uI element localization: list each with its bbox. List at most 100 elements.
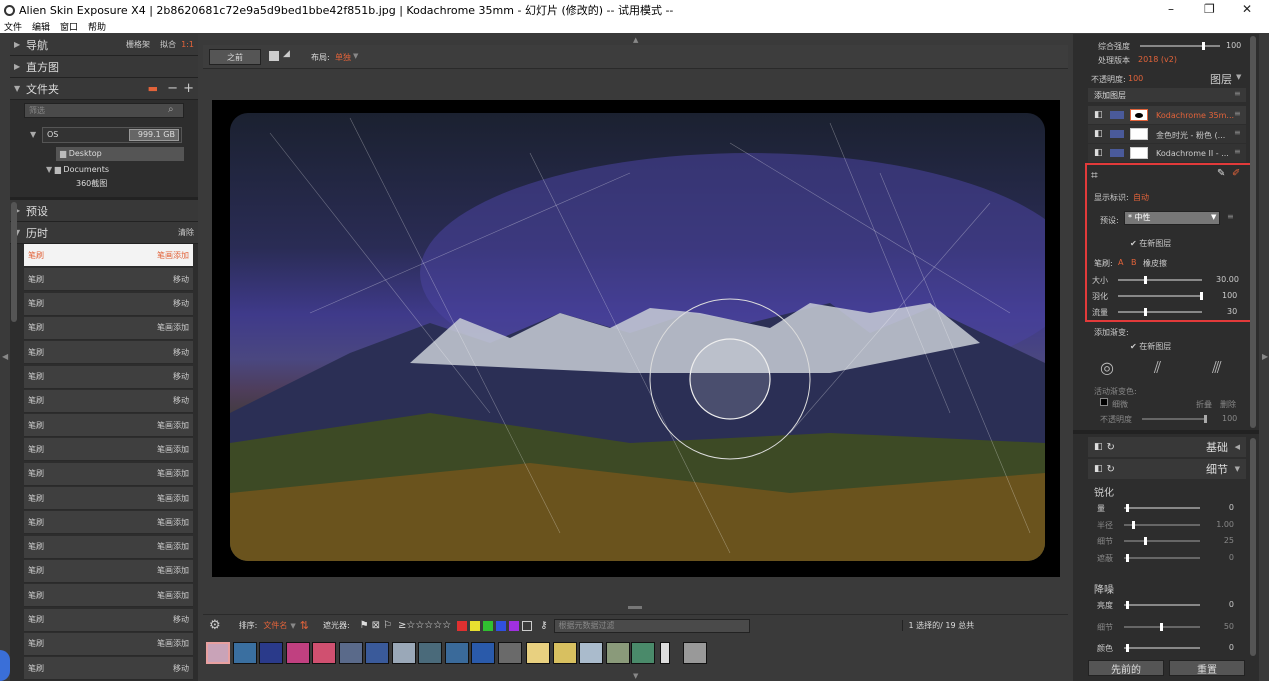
layer-item[interactable]: ◧ Kodachrome II - ... ≡	[1088, 144, 1246, 162]
blue-label-filter[interactable]	[496, 620, 507, 631]
side-widget[interactable]	[0, 650, 10, 681]
crop-icon[interactable]: ⌗	[1091, 168, 1098, 183]
sort-dropdown[interactable]: 文件名	[263, 620, 287, 631]
right-scrollbar-bottom[interactable]	[1250, 438, 1256, 656]
filmstrip-thumbnail[interactable]	[339, 642, 363, 664]
expand-bottom-icon[interactable]: ▼	[633, 672, 638, 680]
close-button[interactable]: ✕	[1242, 2, 1252, 16]
yellow-label-filter[interactable]	[470, 620, 481, 631]
maximize-button[interactable]: ❐	[1204, 2, 1215, 16]
history-item[interactable]: 笔刷 笔画添加	[24, 244, 193, 267]
history-item[interactable]: 笔刷 笔画添加	[24, 462, 193, 486]
history-scrollbar[interactable]	[11, 202, 17, 322]
filmstrip-thumbnail[interactable]	[498, 642, 522, 664]
history-section[interactable]: ▼ 历时 清除	[10, 222, 198, 244]
feather-slider[interactable]	[1118, 292, 1203, 300]
menu-window[interactable]: 窗口	[60, 20, 78, 33]
filmstrip-thumbnail[interactable]	[365, 642, 389, 664]
key-icon[interactable]: ⚷	[540, 620, 547, 631]
slider-knob[interactable]	[1132, 520, 1135, 529]
detail-slider[interactable]	[1124, 601, 1200, 609]
layer-item[interactable]: ◧ 金色时光 - 粉色 (... ≡	[1088, 125, 1246, 143]
opacity-dropdown[interactable]: 100	[1128, 74, 1143, 83]
red-label-filter[interactable]	[457, 620, 468, 631]
folder-item-desktop[interactable]: ▆ Desktop	[56, 147, 184, 161]
layer-mask-thumbnail[interactable]	[1130, 109, 1148, 121]
brush-icon[interactable]: ✐	[1232, 168, 1240, 179]
history-clear-button[interactable]: 清除	[178, 227, 194, 238]
reset-icon[interactable]: ↻	[1107, 464, 1115, 475]
minimize-button[interactable]: –	[1168, 2, 1174, 16]
visibility-toggle-icon[interactable]: ◧	[1094, 110, 1103, 120]
history-item[interactable]: 笔刷 移动	[24, 268, 193, 292]
reset-icon[interactable]: ↻	[1107, 442, 1115, 453]
history-item[interactable]: 笔刷 移动	[24, 341, 193, 365]
menu-edit[interactable]: 编辑	[32, 20, 50, 33]
visibility-toggle-icon[interactable]: ◧	[1094, 148, 1103, 158]
slider-knob[interactable]	[1144, 537, 1147, 545]
collapse-left-icon[interactable]: ◀	[2, 352, 8, 361]
history-item[interactable]: 笔刷 移动	[24, 292, 193, 316]
detail-slider[interactable]	[1124, 622, 1200, 631]
resize-handle[interactable]	[628, 606, 642, 609]
flow-slider[interactable]	[1118, 308, 1202, 316]
navigator-section[interactable]: ▶ 导航 栅格架 拟合 1:1	[10, 34, 198, 56]
new-layer-checkbox-2[interactable]: ✔ 在新图层	[1130, 341, 1171, 352]
filmstrip-thumbnail[interactable]	[445, 642, 469, 664]
slider-knob[interactable]	[1126, 601, 1129, 609]
basic-section[interactable]: ◧ ↻ 基础 ◀	[1088, 437, 1246, 457]
brush-preset-dropdown[interactable]: * 中性	[1124, 211, 1220, 225]
unflag-icon[interactable]: ⚐	[383, 620, 392, 631]
menu-icon[interactable]: ≡	[1234, 147, 1241, 156]
menu-help[interactable]: 帮助	[88, 20, 106, 33]
visibility-toggle-icon[interactable]: ◧	[1094, 129, 1103, 139]
menu-icon[interactable]: ≡	[1234, 89, 1241, 98]
filmstrip-thumbnail[interactable]	[392, 642, 416, 664]
filmstrip-thumbnail[interactable]	[631, 642, 655, 664]
filmstrip-thumbnail[interactable]	[471, 642, 495, 664]
gradient-opacity-slider[interactable]	[1142, 415, 1207, 423]
menu-file[interactable]: 文件	[4, 20, 22, 33]
pencil-icon[interactable]: ✎	[1217, 168, 1225, 179]
flag-icon[interactable]: ⚑	[360, 620, 369, 631]
menu-icon[interactable]: ≡	[1227, 212, 1234, 221]
filmstrip-thumbnail[interactable]	[312, 642, 336, 664]
before-button[interactable]: 之前	[209, 49, 261, 65]
purple-label-filter[interactable]	[509, 620, 520, 631]
detail-slider[interactable]	[1124, 537, 1200, 545]
layer-item[interactable]: ◧ Kodachrome 35m... ≡	[1088, 106, 1246, 124]
folder-item-360[interactable]: 360截图	[76, 178, 107, 189]
filmstrip-thumbnail[interactable]	[286, 642, 310, 664]
filmstrip-thumbnail[interactable]	[683, 642, 707, 664]
sort-order-icon[interactable]: ⇅	[300, 619, 309, 632]
slider-knob[interactable]	[1144, 308, 1147, 316]
nav-1to1-option[interactable]: 1:1	[181, 40, 194, 49]
mirror-gradient-icon[interactable]: ⫻	[1212, 358, 1222, 378]
metadata-search-input[interactable]: 根据元数据过滤	[553, 618, 750, 633]
filmstrip-thumbnail[interactable]	[606, 642, 630, 664]
brush-b-button[interactable]: B	[1131, 258, 1137, 267]
previous-button[interactable]: 先前的	[1088, 660, 1164, 676]
layout-dropdown[interactable]: 单独	[335, 52, 351, 63]
history-item[interactable]: 笔刷 笔画添加	[24, 584, 193, 608]
collapse-top-icon[interactable]: ▲	[633, 36, 638, 44]
history-item[interactable]: 笔刷 笔画添加	[24, 316, 193, 340]
filmstrip-thumbnail[interactable]	[206, 642, 230, 664]
collapse-right-icon[interactable]: ▶	[1262, 352, 1268, 361]
slider-knob[interactable]	[1202, 42, 1205, 50]
detail-slider[interactable]	[1124, 644, 1200, 652]
detail-slider[interactable]	[1124, 553, 1200, 562]
add-layer-row[interactable]: 添加图层 ≡	[1088, 88, 1246, 102]
menu-icon[interactable]: ≡	[1234, 128, 1241, 137]
slider-knob[interactable]	[1144, 276, 1147, 284]
brush-a-button[interactable]: A	[1118, 258, 1123, 267]
nav-grid-option[interactable]: 栅格架	[126, 39, 150, 50]
filmstrip-thumbnail[interactable]	[233, 642, 257, 664]
history-item[interactable]: 笔刷 笔画添加	[24, 414, 193, 438]
radial-gradient-icon[interactable]: ◎	[1100, 358, 1114, 377]
filmstrip-thumbnail[interactable]	[418, 642, 442, 664]
history-item[interactable]: 笔刷 笔画添加	[24, 535, 193, 559]
reset-button[interactable]: 重置	[1169, 660, 1245, 676]
chevron-down-icon[interactable]: ▼	[1236, 73, 1241, 81]
folders-section[interactable]: ▼ 文件夹 ▬ − +	[10, 78, 198, 100]
